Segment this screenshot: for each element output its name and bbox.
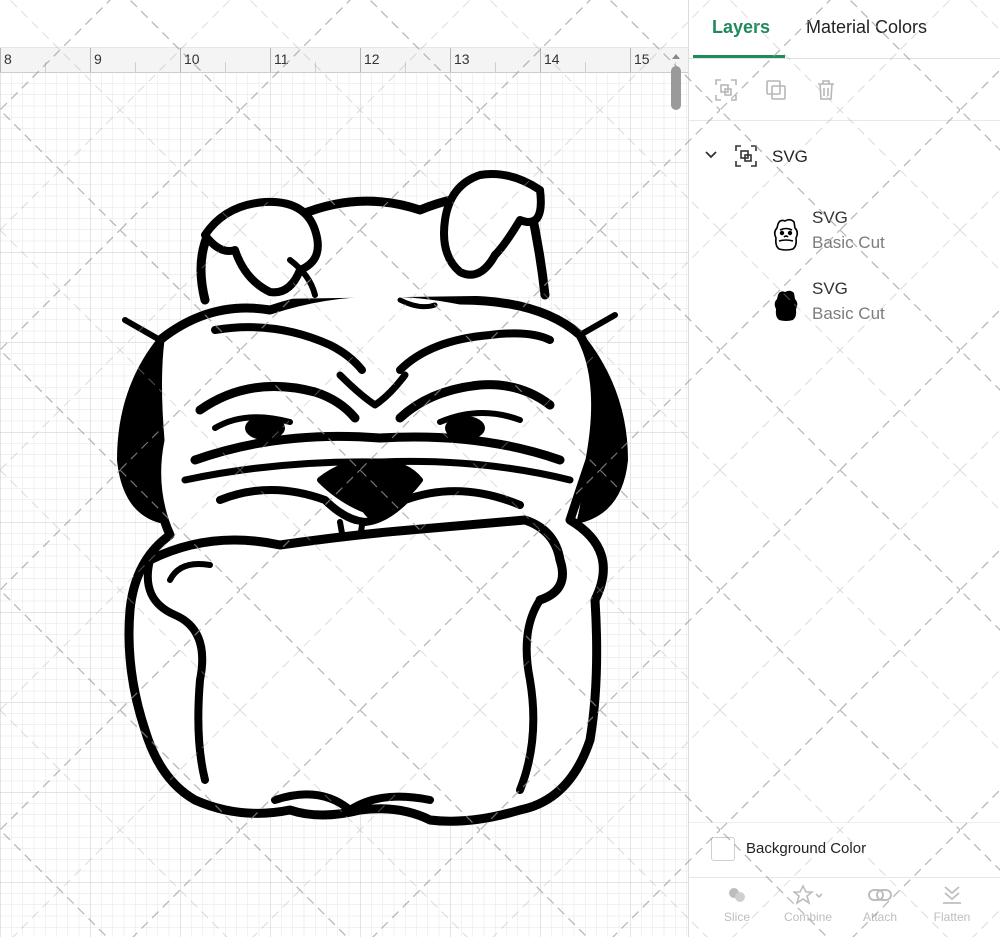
combine-icon <box>793 884 823 905</box>
ruler-label: 10 <box>184 51 200 67</box>
layer-name: SVG <box>812 208 848 227</box>
scroll-up-icon[interactable] <box>671 52 681 62</box>
slice-label: Slice <box>723 910 750 924</box>
layers-panel: Layers Material Colors SVG SVG Basic Cut… <box>688 0 1000 937</box>
layer-thumbnail <box>774 290 798 321</box>
ruler-ticks <box>0 48 676 72</box>
duplicate-icon[interactable] <box>764 78 788 102</box>
tab-layers[interactable]: Layers <box>712 17 770 38</box>
flatten-label: Flatten <box>933 910 971 924</box>
combine-label: Combine <box>783 910 833 924</box>
design-canvas[interactable]: 8 9 10 11 12 13 14 15 <box>0 0 688 937</box>
ruler-label: 11 <box>274 51 289 67</box>
attach-button[interactable]: Attach <box>849 884 911 924</box>
chevron-down-icon[interactable] <box>704 148 718 162</box>
slice-icon <box>729 888 745 902</box>
layer-name: SVG <box>812 279 848 298</box>
background-color-checkbox[interactable] <box>711 837 735 861</box>
ruler-label: 13 <box>454 51 470 67</box>
background-color-row: Background Color <box>689 822 1000 873</box>
slice-button[interactable]: Slice <box>706 884 768 924</box>
tab-material-colors[interactable]: Material Colors <box>806 17 927 38</box>
delete-icon[interactable] <box>814 78 838 102</box>
ruler-label: 9 <box>94 51 102 67</box>
attach-icon <box>868 889 892 901</box>
group-icon <box>735 145 757 167</box>
layer-item[interactable]: SVG Basic Cut <box>689 204 1000 266</box>
combine-button[interactable]: Combine <box>777 884 839 924</box>
group-label: SVG <box>772 147 808 166</box>
layer-operation: Basic Cut <box>812 304 885 323</box>
layer-toolbar <box>689 60 1000 121</box>
ruler-label: 15 <box>634 51 650 67</box>
bottom-action-bar: Slice Combine Attach Flatten <box>689 877 1000 938</box>
layer-operation: Basic Cut <box>812 233 885 252</box>
horizontal-ruler: 8 9 10 11 12 13 14 15 <box>0 47 688 73</box>
panel-tabs: Layers Material Colors <box>689 0 1000 59</box>
flatten-button[interactable]: Flatten <box>921 884 983 924</box>
ruler-label: 12 <box>364 51 380 67</box>
bulldog-artwork[interactable] <box>100 160 640 840</box>
layer-thumbnail <box>773 218 799 251</box>
vertical-scrollbar[interactable] <box>671 66 681 110</box>
attach-label: Attach <box>862 910 898 924</box>
background-color-label: Background Color <box>746 840 867 857</box>
layer-item[interactable]: SVG Basic Cut <box>689 275 1000 337</box>
ruler-label: 8 <box>4 51 12 67</box>
layer-group[interactable]: SVG <box>689 130 1000 182</box>
ruler-label: 14 <box>544 51 560 67</box>
active-tab-indicator <box>693 55 785 58</box>
ungroup-icon[interactable] <box>714 78 738 102</box>
flatten-icon <box>943 886 961 904</box>
